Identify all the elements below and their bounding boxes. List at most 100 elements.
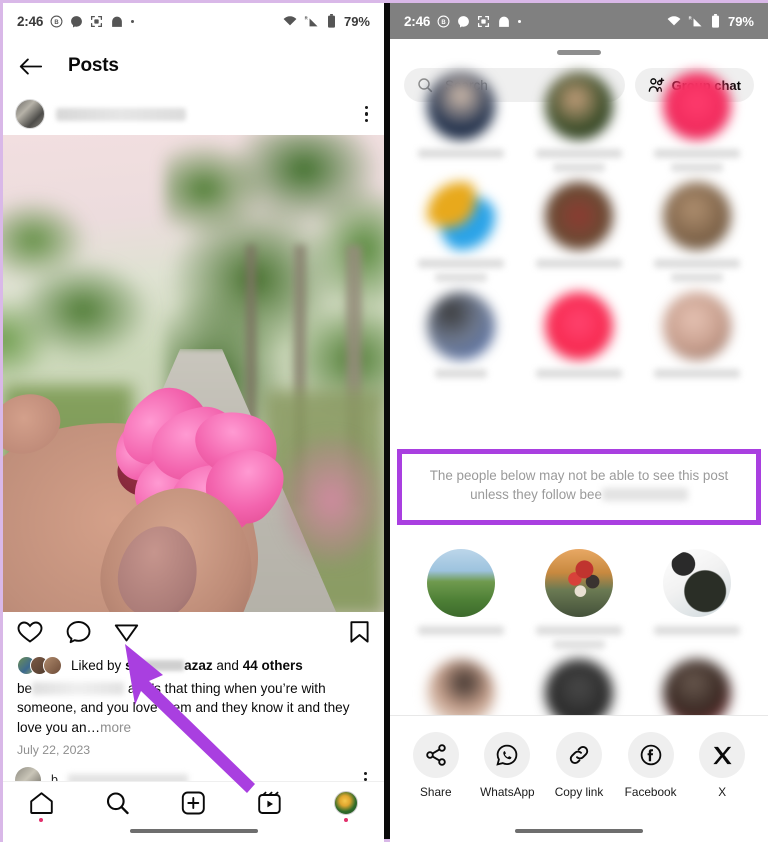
post-caption[interactable]: be a “It’s that thing when you’re with s… xyxy=(3,675,384,737)
liker-avatars xyxy=(17,656,62,675)
nav-create[interactable] xyxy=(155,791,231,815)
people-row xyxy=(402,72,756,172)
person-cell[interactable] xyxy=(638,282,756,378)
wifi-icon xyxy=(283,15,297,27)
group-add-icon xyxy=(648,77,666,93)
liked-by-text: Liked by sa azaz and 44 others xyxy=(71,658,303,673)
liked-by-name-tail: azaz xyxy=(184,658,213,673)
status-time: 2:46 xyxy=(404,13,431,29)
share-paper-plane-icon[interactable] xyxy=(114,620,139,644)
svg-text:B: B xyxy=(442,19,447,25)
share-target-label: Copy link xyxy=(554,785,604,799)
profile-avatar[interactable] xyxy=(333,791,358,815)
person-cell[interactable] xyxy=(520,172,638,282)
share-target-label: X xyxy=(718,785,727,799)
nav-home[interactable] xyxy=(3,791,79,822)
share-target-facebook[interactable]: Facebook xyxy=(620,732,682,799)
share-bottom-sheet: Search Group chat xyxy=(390,39,768,842)
post-date: July 22, 2023 xyxy=(17,742,91,757)
people-row xyxy=(402,172,756,282)
person-cell[interactable] xyxy=(638,172,756,282)
nav-reels[interactable] xyxy=(232,791,308,815)
people-row xyxy=(402,539,756,649)
svg-text:R: R xyxy=(305,15,309,20)
person-cell[interactable] xyxy=(520,282,638,378)
liked-by-name: sa xyxy=(125,658,141,673)
caption-mid: a xyxy=(127,681,136,696)
svg-text:B: B xyxy=(55,19,60,25)
caption-more-link[interactable]: more xyxy=(100,720,131,735)
share-target-label: Share xyxy=(420,785,452,799)
caption-username-redacted xyxy=(32,682,125,695)
caption-username-prefix: be xyxy=(17,681,33,696)
post-author-name-redacted xyxy=(56,107,186,121)
person-cell[interactable] xyxy=(520,72,638,172)
share-target-whatsapp[interactable]: WhatsApp xyxy=(476,732,538,799)
post-actions-bar xyxy=(3,612,384,652)
dot-icon xyxy=(131,19,135,23)
person-cell[interactable] xyxy=(638,539,756,649)
people-row xyxy=(402,282,756,378)
bottom-navigation-bar xyxy=(3,781,384,842)
nav-profile[interactable] xyxy=(308,791,384,822)
bookmark-icon[interactable] xyxy=(349,620,370,644)
avatar[interactable] xyxy=(15,99,45,129)
person-cell[interactable] xyxy=(402,172,520,282)
home-indicator xyxy=(515,828,643,833)
notice-username-redacted xyxy=(601,487,688,501)
page-title: Posts xyxy=(68,55,119,76)
comment-icon[interactable] xyxy=(66,620,91,644)
people-grid-top xyxy=(390,72,768,378)
status-bar-left: 2:46 B R 79% xyxy=(3,3,384,39)
person-cell[interactable] xyxy=(520,539,638,649)
battery-percent: 79% xyxy=(343,13,370,29)
svg-text:R: R xyxy=(689,15,693,20)
share-target-x[interactable]: X xyxy=(691,732,753,799)
heart-icon[interactable] xyxy=(17,620,43,644)
right-phone-screen: 2:46 B R 79% chat The people below may n… xyxy=(390,3,768,842)
liked-by-prefix: Liked by xyxy=(71,658,122,673)
dot-icon xyxy=(518,19,522,23)
home-app-icon xyxy=(497,15,511,28)
liked-by-row[interactable]: Liked by sa azaz and 44 others xyxy=(3,652,384,675)
visibility-notice-highlight: The people below may not be able to see … xyxy=(397,449,761,525)
signal-roaming-icon: R xyxy=(304,15,320,28)
screenshot-icon xyxy=(90,15,103,28)
share-target-copy-link[interactable]: Copy link xyxy=(548,732,610,799)
liked-by-count: 44 others xyxy=(242,658,303,673)
x-twitter-icon xyxy=(699,732,746,778)
wifi-icon xyxy=(667,15,681,27)
liked-by-name-redacted xyxy=(140,660,185,671)
person-cell[interactable] xyxy=(638,72,756,172)
liked-by-conjunction: and xyxy=(216,658,239,673)
share-target-label: Facebook xyxy=(624,785,677,799)
facebook-icon xyxy=(627,732,674,778)
battery-icon xyxy=(327,14,336,28)
posts-header: Posts xyxy=(3,39,384,93)
person-cell[interactable] xyxy=(402,539,520,649)
three-dots-icon[interactable] xyxy=(364,105,373,123)
screenshot-icon xyxy=(477,15,490,28)
nav-search[interactable] xyxy=(79,791,155,815)
screenshot-stage: 2:46 B R 79% Posts Liked by sa azaz and … xyxy=(0,0,768,842)
share-target-share[interactable]: Share xyxy=(405,732,467,799)
back-arrow-icon[interactable] xyxy=(19,57,42,76)
messenger-icon xyxy=(70,15,83,28)
status-time: 2:46 xyxy=(17,13,44,29)
person-cell[interactable] xyxy=(402,282,520,378)
battery-percent: 79% xyxy=(727,13,754,29)
visibility-notice-text: The people below may not be able to see … xyxy=(402,454,756,520)
share-targets-bar: Share WhatsApp Copy link Facebook X xyxy=(390,715,768,842)
share-target-label: WhatsApp xyxy=(480,785,535,799)
share-nodes-icon xyxy=(412,732,459,778)
home-indicator xyxy=(129,828,258,833)
link-icon xyxy=(555,732,602,778)
post-photo[interactable] xyxy=(3,135,384,612)
person-cell[interactable] xyxy=(402,72,520,172)
post-author-row[interactable] xyxy=(3,93,384,135)
whatsapp-icon xyxy=(484,732,531,778)
beeper-badge-icon: B xyxy=(437,15,450,28)
battery-icon xyxy=(711,14,720,28)
notification-dot xyxy=(39,818,44,822)
signal-roaming-icon: R xyxy=(688,15,704,28)
